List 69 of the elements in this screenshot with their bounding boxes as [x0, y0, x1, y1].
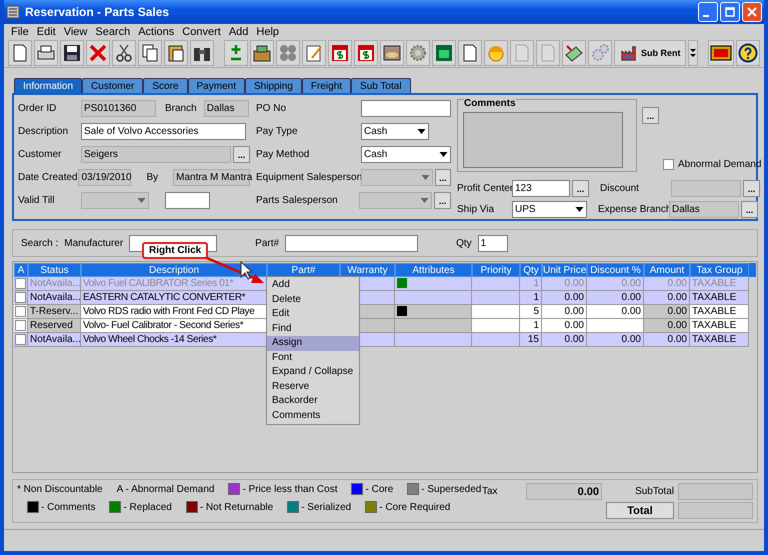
- table-cell: TAXABLE: [690, 277, 749, 291]
- field-label: Equipment Salesperson: [256, 172, 360, 183]
- table-cell: Volvo- Fuel Calibrator - Second Series*: [81, 319, 267, 333]
- table-cell: TAXABLE: [690, 305, 749, 319]
- table-cell: 0.00: [644, 305, 690, 319]
- table-cell: T-Reserv...: [28, 305, 81, 319]
- field-label: Order ID: [18, 103, 58, 114]
- field-label: Date Created: [18, 172, 78, 183]
- table-cell: 1: [520, 277, 542, 291]
- table-cell: 0.00: [587, 333, 644, 347]
- window-title: Reservation - Parts Sales: [25, 5, 170, 19]
- table-cell: 0.00: [542, 305, 587, 319]
- table-cell: 0.00: [587, 277, 644, 291]
- legend-label: - Core: [365, 484, 394, 494]
- legend-label: A - Abnormal Demand: [116, 484, 214, 494]
- field-label: By: [146, 172, 158, 183]
- legend-label: - Replaced: [123, 502, 172, 512]
- legend-label: - Superseded: [421, 484, 482, 494]
- legend-label: - Serialized: [301, 502, 352, 512]
- table-cell: TAXABLE: [690, 291, 749, 305]
- table-cell: TAXABLE: [690, 333, 749, 347]
- field-label: Pay Type: [256, 126, 299, 137]
- table-cell: 5: [520, 305, 542, 319]
- table-cell: 1: [520, 291, 542, 305]
- table-cell: NotAvaila...: [28, 333, 81, 347]
- right-click-tooltip: Right Click: [142, 242, 208, 259]
- table-cell: Volvo Wheel Chocks -14 Series*: [81, 333, 267, 347]
- field-label: Pay Method: [256, 149, 310, 160]
- group-title: Comments: [464, 98, 516, 109]
- legend-label: - Comments: [41, 502, 96, 512]
- table-cell: Volvo Fuel CALIBRATOR Series 01*: [81, 277, 267, 291]
- field-label: Qty: [456, 238, 472, 248]
- search-label: Search :: [21, 238, 58, 248]
- table-cell: 0.00: [542, 277, 587, 291]
- table-cell: 0.00: [644, 319, 690, 333]
- table-cell: 0.00: [644, 291, 690, 305]
- field-label: Tax: [482, 486, 499, 497]
- table-cell: TAXABLE: [690, 319, 749, 333]
- field-label: Discount: [600, 183, 640, 194]
- field-label: Parts Salesperson: [256, 195, 339, 206]
- field-label: Manufacturer: [64, 238, 124, 248]
- field-label: Description: [18, 126, 70, 137]
- field-label: Part#: [255, 238, 280, 248]
- legend-label: - Price less than Cost: [242, 484, 338, 494]
- table-cell: NotAvaila...: [28, 277, 81, 291]
- field-label: Customer: [18, 149, 62, 160]
- tax-field: 0.00: [526, 483, 602, 500]
- table-cell: 0.00: [587, 305, 644, 319]
- table-cell: 15: [520, 333, 542, 347]
- legend-label: - Core Required: [379, 502, 450, 512]
- table-cell: 0.00: [644, 277, 690, 291]
- field-label: Valid Till: [18, 195, 56, 206]
- table-cell: 0.00: [542, 333, 587, 347]
- field-label: Profit Center: [457, 183, 511, 194]
- table-cell: 0.00: [644, 333, 690, 347]
- field-label: SubTotal: [634, 486, 674, 497]
- table-cell: NotAvaila...: [28, 291, 81, 305]
- table-cell: Volvo RDS radio with Front Fed CD Playe: [81, 305, 267, 319]
- table-cell: 0.00: [542, 291, 587, 305]
- table-cell: 0.00: [542, 319, 587, 333]
- table-cell: EASTERN CATALYTIC CONVERTER*: [81, 291, 267, 305]
- field-label: Branch: [165, 103, 197, 114]
- table-cell: Reserved: [28, 319, 81, 333]
- field-label: PO No: [256, 103, 288, 114]
- table-cell: 0.00: [587, 291, 644, 305]
- legend-label: * Non Discountable: [17, 484, 103, 494]
- field-label: Ship Via: [457, 204, 496, 215]
- legend-label: - Not Returnable: [200, 502, 274, 512]
- table-cell: 1: [520, 319, 542, 333]
